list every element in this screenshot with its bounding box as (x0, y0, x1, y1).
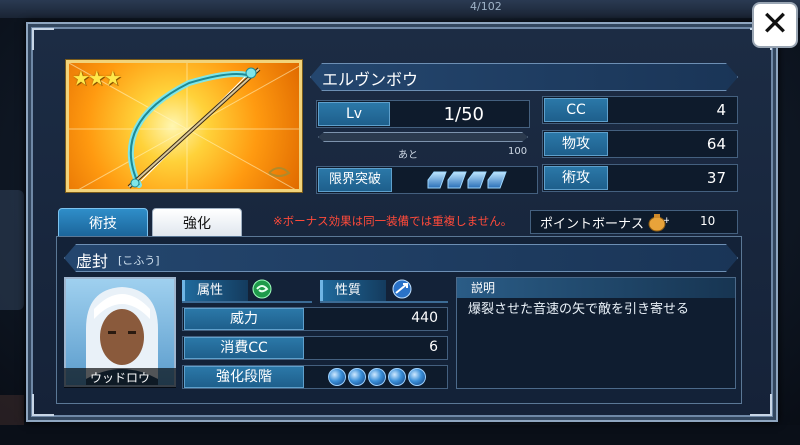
frame-corner (32, 394, 54, 416)
background-bottom-bar (0, 425, 800, 445)
enhance-stage-orb (328, 368, 346, 386)
skill-reading: [こふう] (118, 254, 160, 267)
nature-label: 性質 (320, 280, 386, 302)
limit-break-label: 限界突破 (318, 168, 392, 192)
wind-orb-icon (252, 279, 272, 299)
item-name: エルヴンボウ (322, 70, 419, 89)
exp-progress-bar (318, 132, 528, 142)
pierce-orb-icon (392, 279, 412, 299)
rarity-stars: ★★★ (72, 66, 122, 90)
limit-break-gems (427, 171, 507, 189)
svg-text:+: + (663, 216, 669, 226)
description-text: 爆裂させた音速の矢で敵を引き寄せる (468, 302, 690, 317)
close-button[interactable]: ✕ (752, 2, 798, 48)
background-side-panel (0, 190, 24, 310)
background-counter: 4/102 (470, 0, 502, 13)
skill-label-enhance-stage: 強化段階 (184, 366, 304, 388)
skill-value-cc-cost: 6 (429, 339, 438, 355)
exp-next-value: 100 (508, 146, 528, 157)
frame-corner (32, 28, 54, 50)
skill-value-power: 440 (411, 310, 438, 326)
tab-enhance[interactable]: 強化 (152, 208, 242, 238)
stat-value-arte-atk: 37 (706, 169, 726, 187)
stat-label-phys-atk: 物攻 (544, 132, 608, 156)
attribute-label: 属性 (182, 280, 248, 302)
attribute-underline (182, 301, 312, 303)
point-bonus-label: ポイントボーナス (540, 217, 645, 232)
enhance-stage-orb (388, 368, 406, 386)
background-top-bar (0, 0, 800, 18)
skill-label-cc-cost: 消費CC (184, 337, 304, 359)
bonus-notice: ※ボーナス効果は同一装備では重複しません。 (273, 214, 513, 228)
frame-corner (750, 394, 772, 416)
character-name: ウッドロウ (64, 368, 176, 388)
stat-value-phys-atk: 64 (706, 135, 726, 153)
point-bonus-value: 10 (700, 214, 716, 228)
skill-name-bar (64, 244, 738, 272)
coin-bag-icon: + (648, 214, 669, 232)
level-value: 1/50 (443, 104, 484, 125)
enhance-stage-orb (408, 368, 426, 386)
enhance-stage-orb (368, 368, 386, 386)
item-card: ★★★ (66, 60, 302, 192)
tab-arte[interactable]: 術技 (58, 208, 148, 238)
enhance-stage-orb (348, 368, 366, 386)
stat-value-cc: 4 (716, 101, 726, 119)
description-label: 説明 (457, 278, 735, 298)
nature-underline (320, 301, 448, 303)
level-label: Lv (318, 102, 390, 126)
background-side-panel-lower (0, 395, 24, 425)
skill-name: 虚封 (76, 252, 109, 271)
stat-label-arte-atk: 術攻 (544, 166, 608, 190)
skill-label-power: 威力 (184, 308, 304, 330)
exp-next-label: あと (398, 150, 418, 161)
stat-label-cc: CC (544, 98, 608, 122)
